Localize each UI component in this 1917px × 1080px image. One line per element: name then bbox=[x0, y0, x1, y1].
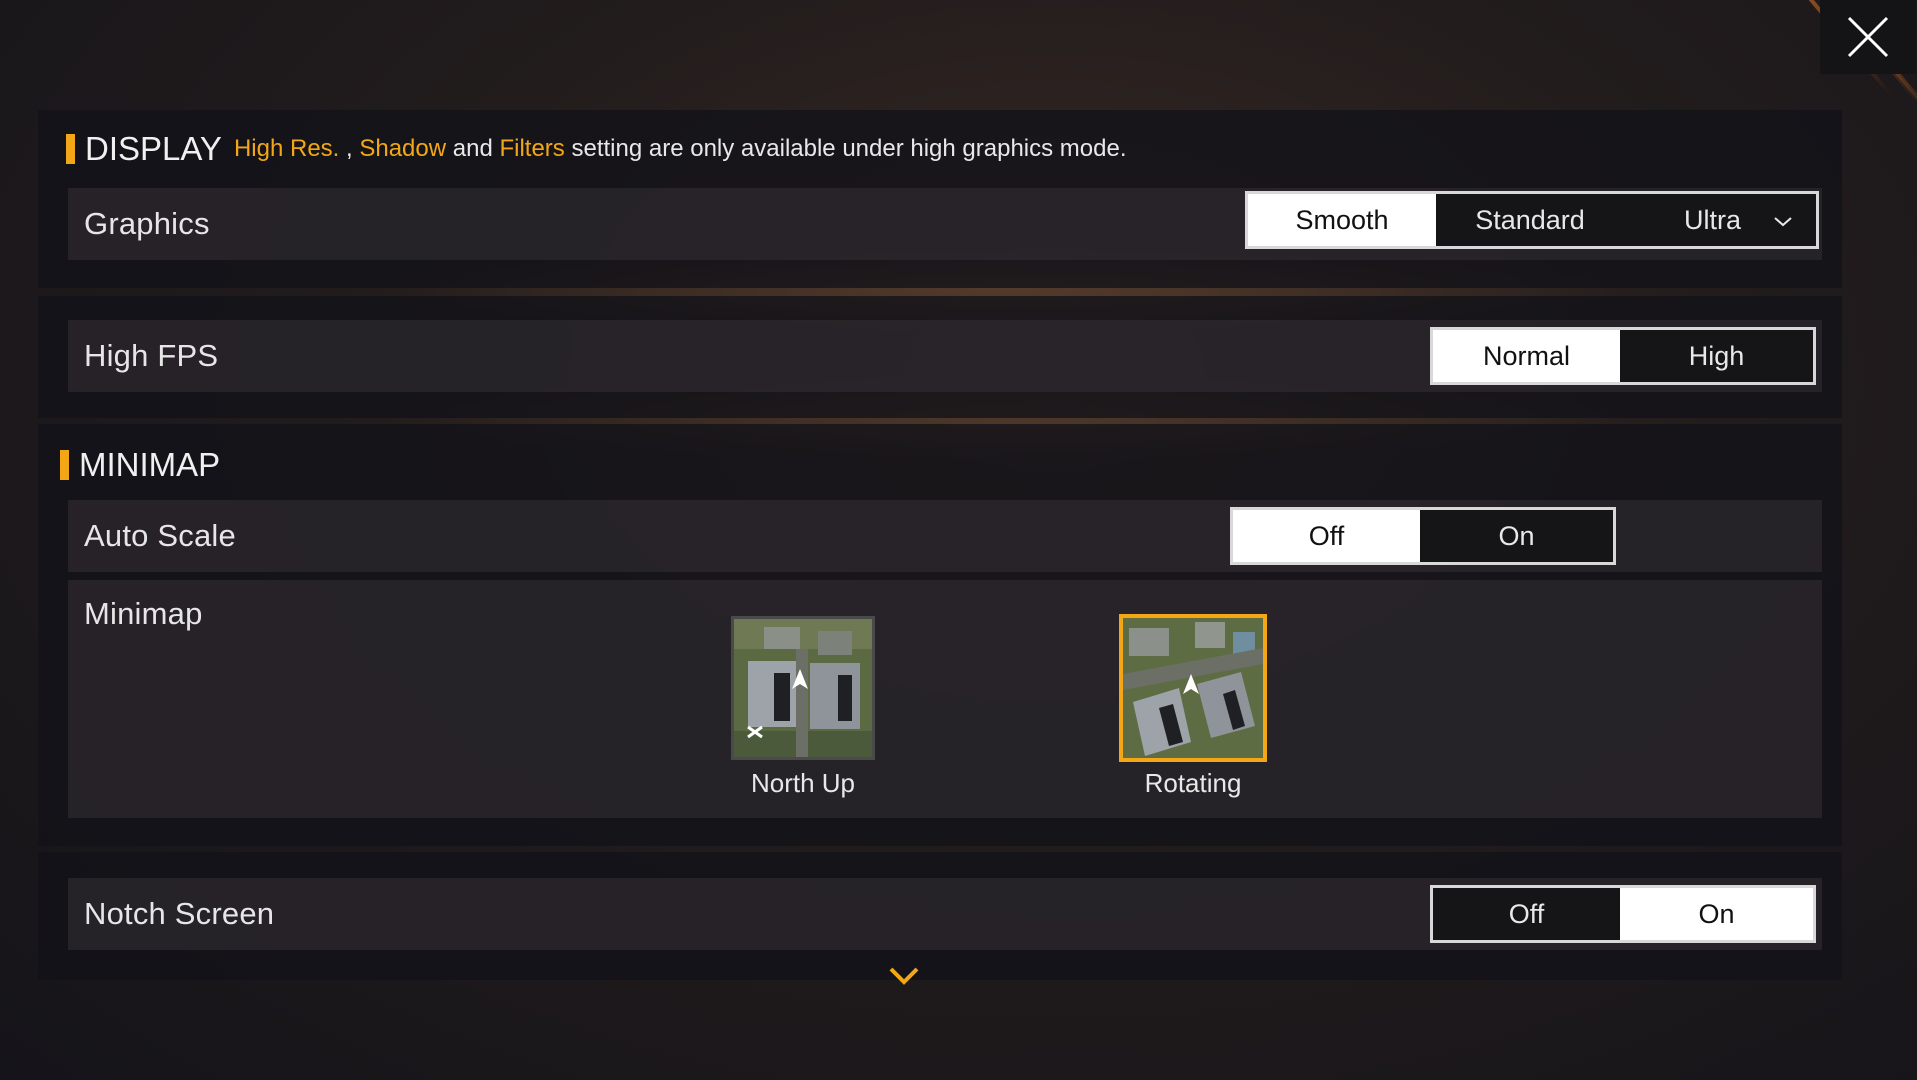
graphics-option-standard[interactable]: Standard bbox=[1436, 194, 1624, 246]
minimap-label: Minimap bbox=[84, 596, 203, 631]
high-fps-selector: Normal High bbox=[1430, 327, 1816, 385]
notch-screen-selector: Off On bbox=[1430, 885, 1816, 943]
display-title: DISPLAY bbox=[85, 130, 222, 167]
minimap-row: Minimap North Up Rotating bbox=[68, 580, 1822, 818]
auto-scale-label: Auto Scale bbox=[84, 518, 236, 553]
chevron-down-icon[interactable] bbox=[1772, 210, 1794, 232]
note-filters: Filters bbox=[499, 135, 565, 162]
minimap-panel: MINIMAP Auto Scale Off On Minimap North … bbox=[38, 424, 1842, 846]
high-fps-row: High FPS Normal High bbox=[68, 320, 1822, 392]
auto-scale-option-on[interactable]: On bbox=[1420, 510, 1613, 562]
graphics-label: Graphics bbox=[84, 206, 210, 241]
auto-scale-selector: Off On bbox=[1230, 507, 1616, 565]
high-fps-label: High FPS bbox=[84, 338, 219, 373]
graphics-selector: Smooth Standard Ultra bbox=[1245, 191, 1819, 249]
graphics-option-smooth[interactable]: Smooth bbox=[1248, 194, 1436, 246]
scroll-down-chevron-icon[interactable] bbox=[888, 965, 920, 987]
high-fps-option-normal[interactable]: Normal bbox=[1433, 330, 1620, 382]
note-high-res: High Res. bbox=[233, 135, 340, 162]
note-separator: , bbox=[339, 135, 360, 162]
auto-scale-option-off[interactable]: Off bbox=[1233, 510, 1420, 562]
notch-screen-row: Notch Screen Off On bbox=[68, 878, 1822, 950]
north-up-label: North Up bbox=[750, 768, 856, 798]
display-panel: DISPLAY High Res. , Shadow and Filters s… bbox=[38, 110, 1842, 288]
ultra-label: Ultra bbox=[1684, 204, 1742, 235]
section-accent-bar bbox=[66, 134, 75, 164]
graphics-option-ultra[interactable]: Ultra bbox=[1624, 194, 1816, 246]
notch-screen-panel: Notch Screen Off On bbox=[38, 852, 1842, 980]
rotating-map-thumbnail[interactable] bbox=[1119, 614, 1267, 762]
graphics-mode-note: High Res. , Shadow and Filters setting a… bbox=[234, 135, 1127, 163]
rotating-label: Rotating bbox=[1144, 768, 1242, 798]
north-up-map-icon bbox=[734, 619, 872, 757]
minimap-section-header: MINIMAP bbox=[60, 446, 220, 484]
note-text: setting are only available under high gr… bbox=[564, 135, 1127, 162]
notch-screen-option-on[interactable]: On bbox=[1620, 888, 1813, 940]
display-section-header: DISPLAY High Res. , Shadow and Filters s… bbox=[66, 130, 1127, 168]
notch-screen-option-off[interactable]: Off bbox=[1433, 888, 1620, 940]
north-up-map-thumbnail[interactable] bbox=[731, 616, 875, 760]
auto-scale-row: Auto Scale Off On bbox=[68, 500, 1822, 572]
graphics-row: Graphics Smooth Standard Ultra bbox=[68, 188, 1822, 260]
high-fps-option-high[interactable]: High bbox=[1620, 330, 1813, 382]
note-shadow: Shadow bbox=[359, 135, 447, 162]
close-icon bbox=[1847, 16, 1889, 58]
section-accent-bar bbox=[60, 450, 69, 480]
note-separator: and bbox=[446, 135, 500, 162]
minimap-section-title: MINIMAP bbox=[79, 446, 221, 483]
high-fps-panel: High FPS Normal High bbox=[38, 296, 1842, 418]
notch-screen-label: Notch Screen bbox=[84, 896, 275, 931]
rotating-map-icon bbox=[1123, 618, 1263, 758]
close-button[interactable] bbox=[1820, 0, 1916, 74]
